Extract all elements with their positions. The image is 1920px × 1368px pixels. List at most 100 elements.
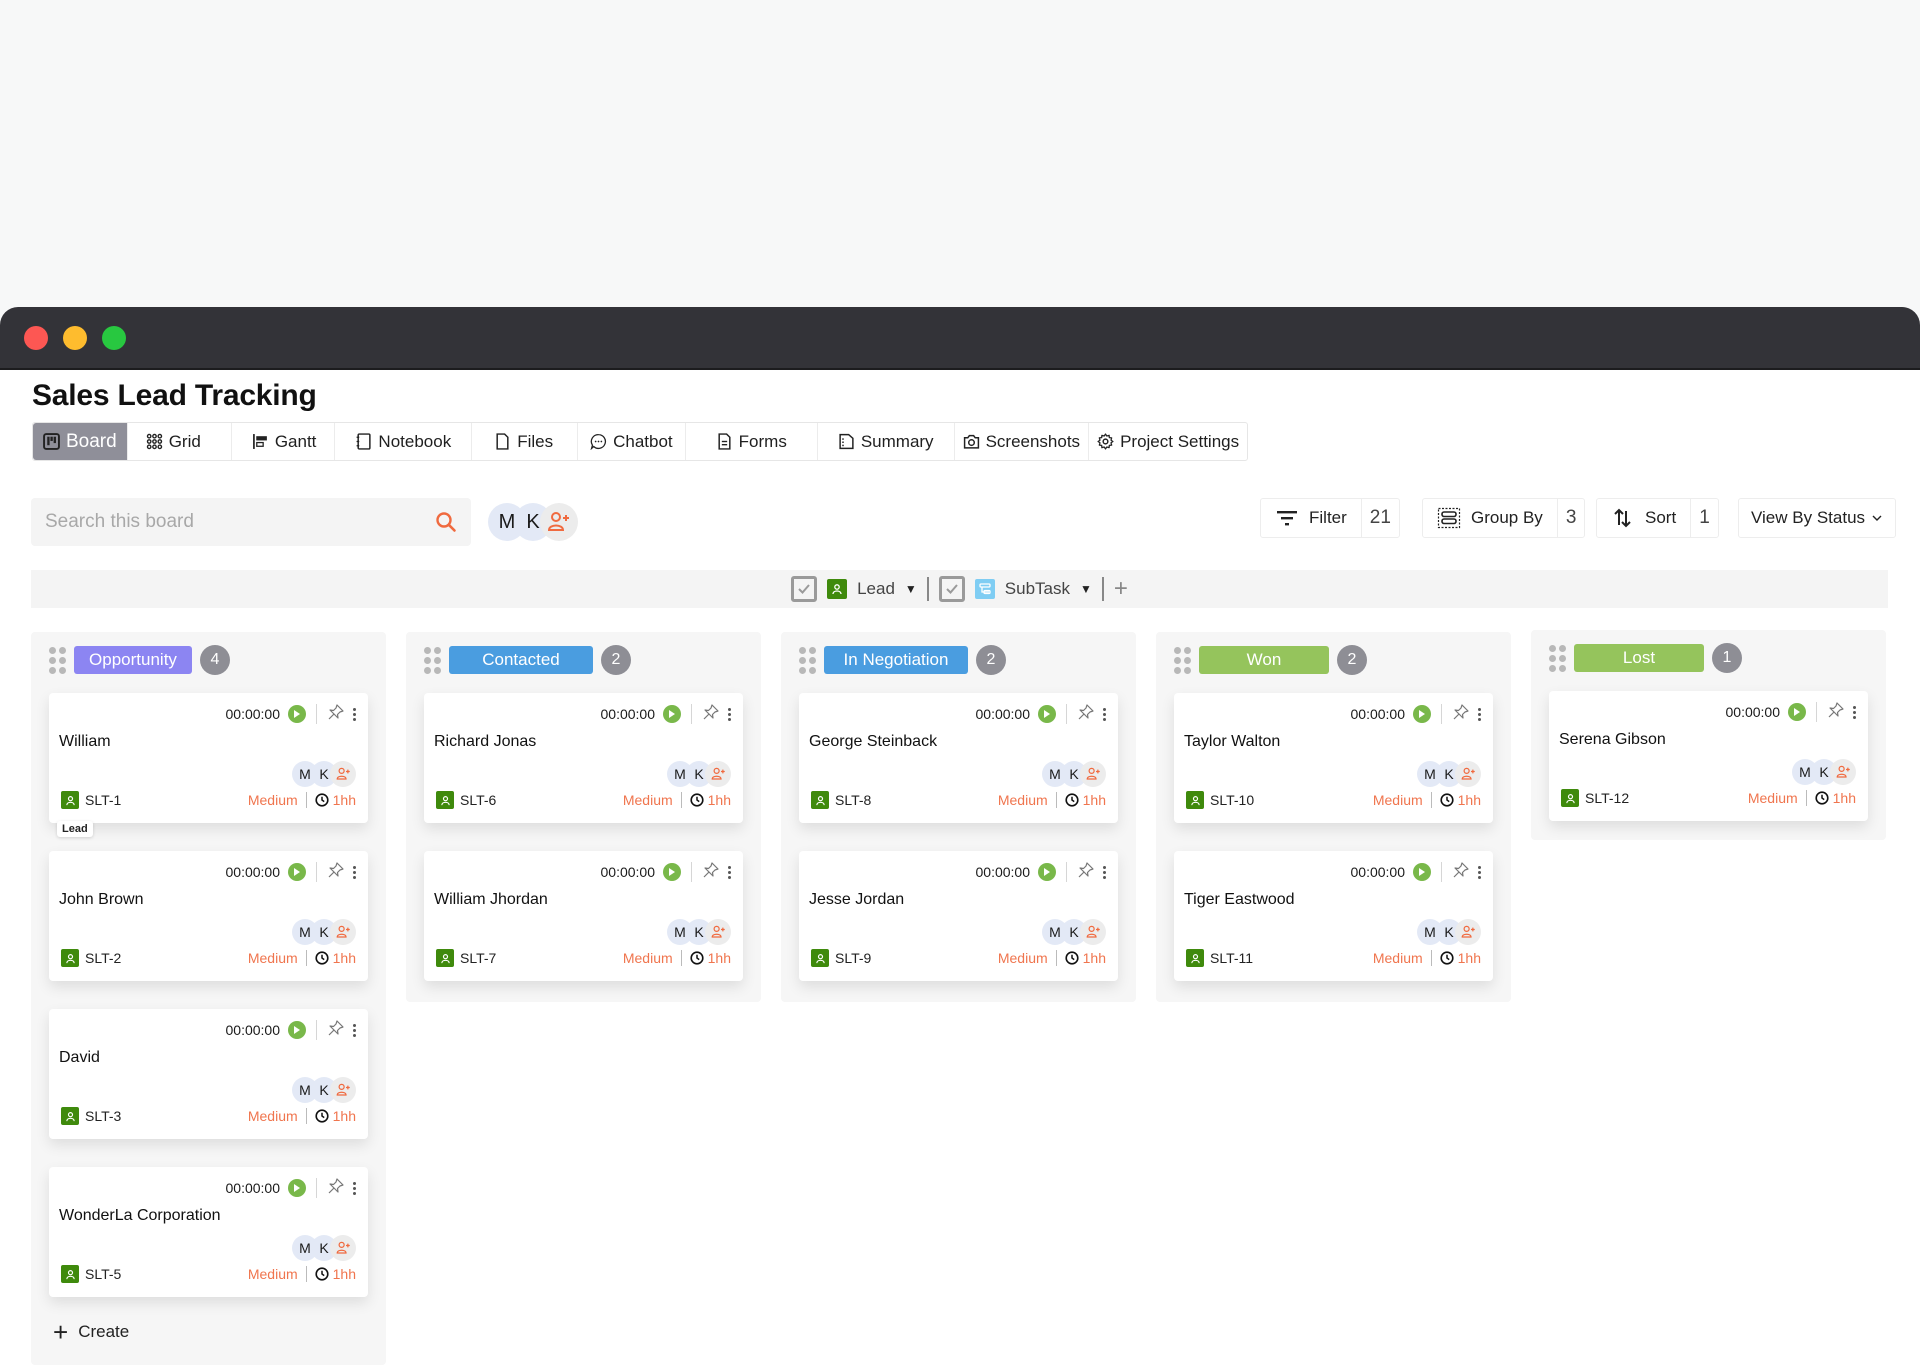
tab-summary[interactable]: Summary [818, 423, 955, 460]
start-timer-button[interactable] [1413, 705, 1431, 723]
start-timer-button[interactable] [1413, 863, 1431, 881]
more-options-button[interactable] [353, 1181, 356, 1195]
card-id[interactable]: SLT-10 [1210, 792, 1254, 808]
search-input[interactable] [45, 511, 435, 533]
create-card-button[interactable]: + Create [53, 1319, 368, 1345]
tab-screenshots[interactable]: Screenshots [955, 423, 1090, 460]
start-timer-button[interactable] [288, 705, 306, 723]
priority-label[interactable]: Medium [1373, 792, 1423, 808]
start-timer-button[interactable] [288, 863, 306, 881]
pin-button[interactable] [1452, 703, 1470, 726]
more-options-button[interactable] [353, 1023, 356, 1037]
tab-files[interactable]: Files [472, 423, 579, 460]
status-label[interactable]: Opportunity [74, 646, 192, 674]
view-by-status-dropdown[interactable]: View By Status [1738, 498, 1897, 538]
lead-card[interactable]: 00:00:00 Taylor Walton M K SLT-10 Medium… [1174, 693, 1493, 823]
assign-user-button[interactable] [1455, 761, 1481, 787]
priority-label[interactable]: Medium [998, 950, 1048, 966]
lead-card[interactable]: 00:00:00 George Steinback M K SLT-8 Medi… [799, 693, 1118, 823]
group-by-button[interactable]: Group By 3 [1422, 498, 1586, 538]
maximize-window-button[interactable] [102, 325, 126, 350]
lead-card[interactable]: 00:00:00 William M K SLT-1 Medium 1hh Le… [49, 693, 368, 837]
card-id[interactable]: SLT-3 [85, 1108, 121, 1124]
more-options-button[interactable] [353, 707, 356, 721]
priority-label[interactable]: Medium [1373, 950, 1423, 966]
start-timer-button[interactable] [288, 1179, 306, 1197]
drag-handle-icon[interactable] [799, 646, 816, 674]
more-options-button[interactable] [1478, 707, 1481, 721]
priority-label[interactable]: Medium [623, 950, 673, 966]
subtask-type-label[interactable]: SubTask [1005, 579, 1070, 599]
subtask-checkbox[interactable] [938, 576, 965, 602]
tab-grid[interactable]: Grid [128, 423, 232, 460]
status-label[interactable]: Won [1199, 646, 1329, 674]
pin-button[interactable] [702, 703, 720, 726]
lead-card[interactable]: 00:00:00 John Brown M K SLT-2 Medium 1hh [49, 851, 368, 981]
assign-user-button[interactable] [1455, 919, 1481, 945]
filter-button[interactable]: Filter 21 [1260, 498, 1400, 538]
assign-user-button[interactable] [330, 1077, 356, 1103]
priority-label[interactable]: Medium [998, 792, 1048, 808]
tab-notebook[interactable]: Notebook [335, 423, 473, 460]
assign-user-button[interactable] [1080, 919, 1106, 945]
assign-user-button[interactable] [1080, 761, 1106, 787]
lead-type-label[interactable]: Lead [857, 579, 895, 599]
pin-button[interactable] [1077, 703, 1095, 726]
assign-user-button[interactable] [1830, 759, 1856, 785]
pin-button[interactable] [327, 1019, 345, 1042]
card-id[interactable]: SLT-12 [1585, 790, 1629, 806]
tab-project-settings[interactable]: Project Settings [1089, 423, 1247, 460]
priority-label[interactable]: Medium [623, 792, 673, 808]
start-timer-button[interactable] [663, 863, 681, 881]
assign-user-button[interactable] [330, 1235, 356, 1261]
status-label[interactable]: Contacted [449, 646, 593, 674]
assign-user-button[interactable] [330, 761, 356, 787]
pin-button[interactable] [327, 1177, 345, 1200]
lead-card[interactable]: 00:00:00 Jesse Jordan M K SLT-9 Medium 1… [799, 851, 1118, 981]
lead-card[interactable]: 00:00:00 Serena Gibson M K SLT-12 Medium… [1549, 691, 1868, 821]
drag-handle-icon[interactable] [424, 646, 441, 674]
tab-forms[interactable]: Forms [686, 423, 818, 460]
pin-button[interactable] [1452, 861, 1470, 884]
search-icon[interactable] [435, 511, 457, 533]
drag-handle-icon[interactable] [49, 646, 66, 674]
lead-checkbox[interactable] [791, 576, 818, 602]
minimize-window-button[interactable] [63, 325, 87, 350]
lead-card[interactable]: 00:00:00 David M K SLT-3 Medium 1hh [49, 1009, 368, 1139]
more-options-button[interactable] [728, 707, 731, 721]
start-timer-button[interactable] [1038, 863, 1056, 881]
card-id[interactable]: SLT-7 [460, 950, 496, 966]
caret-down-icon[interactable]: ▼ [905, 582, 917, 596]
card-id[interactable]: SLT-9 [835, 950, 871, 966]
more-options-button[interactable] [1478, 865, 1481, 879]
start-timer-button[interactable] [1038, 705, 1056, 723]
tab-chatbot[interactable]: Chatbot [578, 423, 686, 460]
start-timer-button[interactable] [663, 705, 681, 723]
status-label[interactable]: In Negotiation [824, 646, 968, 674]
assign-user-button[interactable] [705, 919, 731, 945]
priority-label[interactable]: Medium [1748, 790, 1798, 806]
pin-button[interactable] [327, 703, 345, 726]
pin-button[interactable] [1077, 861, 1095, 884]
more-options-button[interactable] [1103, 865, 1106, 879]
pin-button[interactable] [1827, 701, 1845, 724]
lead-card[interactable]: 00:00:00 Tiger Eastwood M K SLT-11 Mediu… [1174, 851, 1493, 981]
lead-card[interactable]: 00:00:00 Richard Jonas M K SLT-6 Medium … [424, 693, 743, 823]
card-id[interactable]: SLT-5 [85, 1266, 121, 1282]
more-options-button[interactable] [353, 865, 356, 879]
add-item-type-button[interactable]: + [1114, 577, 1128, 601]
more-options-button[interactable] [1853, 705, 1856, 719]
start-timer-button[interactable] [1788, 703, 1806, 721]
card-id[interactable]: SLT-8 [835, 792, 871, 808]
drag-handle-icon[interactable] [1174, 646, 1191, 674]
card-id[interactable]: SLT-1 [85, 792, 121, 808]
priority-label[interactable]: Medium [248, 792, 298, 808]
tab-gantt[interactable]: Gantt [232, 423, 336, 460]
priority-label[interactable]: Medium [248, 950, 298, 966]
priority-label[interactable]: Medium [248, 1108, 298, 1124]
close-window-button[interactable] [24, 325, 48, 350]
sort-button[interactable]: Sort 1 [1596, 498, 1719, 538]
assign-user-button[interactable] [705, 761, 731, 787]
lead-card[interactable]: 00:00:00 WonderLa Corporation M K SLT-5 … [49, 1167, 368, 1297]
lead-card[interactable]: 00:00:00 William Jhordan M K SLT-7 Mediu… [424, 851, 743, 981]
